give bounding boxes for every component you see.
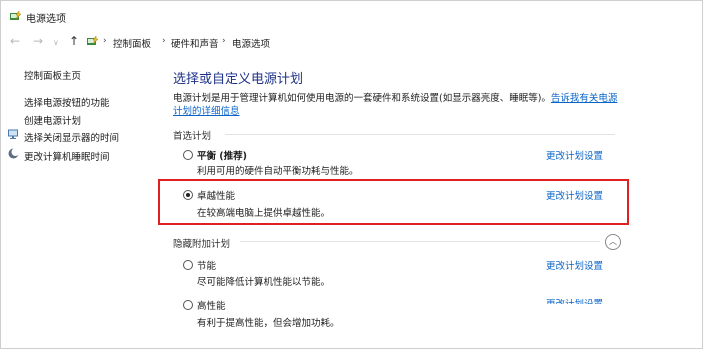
up-button[interactable]: ↑ [69,34,79,48]
plan-balanced-radio[interactable] [183,150,193,160]
recent-locations-button[interactable]: ∨ [53,36,59,50]
change-plan-settings-high-performance[interactable]: 更改计划设置 [546,299,616,304]
moon-icon [8,148,19,159]
forward-button[interactable]: → [33,34,43,48]
change-plan-settings-power-saver[interactable]: 更改计划设置 [546,258,603,272]
section-divider [240,241,600,242]
plan-ultimate-radio[interactable] [183,190,193,200]
plan-ultimate-name[interactable]: 卓越性能 [197,188,235,202]
change-plan-settings-ultimate[interactable]: 更改计划设置 [546,188,603,202]
plan-high-performance-name[interactable]: 高性能 [197,298,226,312]
hidden-plans-header[interactable]: 隐藏附加计划 [173,236,230,250]
breadcrumb-power-options[interactable]: 电源选项 [232,36,270,50]
description-text: 电源计划是用于管理计算机如何使用电源的一套硬件和系统设置(如显示器亮度、睡眠等)… [173,93,551,104]
breadcrumb-separator: › [103,36,107,46]
plan-high-performance-radio[interactable] [183,300,193,310]
section-divider [225,134,615,135]
sidebar-item-sleep-time[interactable]: 更改计算机睡眠时间 [24,149,110,163]
plan-high-performance-desc: 有利于提高性能，但会增加功耗。 [197,318,340,329]
plan-balanced-name[interactable]: 平衡 (推荐) [197,148,247,162]
plan-power-saver-name[interactable]: 节能 [197,258,216,272]
breadcrumb-hardware-sound[interactable]: 硬件和声音 [171,36,219,50]
plan-balanced-desc: 利用可用的硬件自动平衡功耗与性能。 [197,166,359,177]
page-title: 选择或自定义电源计划 [173,72,304,87]
sidebar-item-display-off-time[interactable]: 选择关闭显示器的时间 [24,130,119,144]
breadcrumb-control-panel[interactable]: 控制面板 [113,36,151,50]
breadcrumb-separator: › [222,36,226,46]
change-plan-settings-balanced[interactable]: 更改计划设置 [546,148,603,162]
preferred-plans-header: 首选计划 [173,131,212,142]
title-bar: 电源选项 [1,1,702,30]
sidebar-item-create-plan[interactable]: 创建电源计划 [24,113,81,127]
window-title: 电源选项 [26,14,66,25]
plan-power-saver-desc: 尽可能降低计算机性能以节能。 [197,277,331,288]
radio-selected-dot [186,193,190,197]
change-plan-settings-label: 更改计划设置 [546,299,603,304]
breadcrumb-separator: › [162,36,166,46]
sidebar-item-control-panel-home[interactable]: 控制面板主页 [24,68,81,82]
sidebar-item-power-buttons[interactable]: 选择电源按钮的功能 [24,95,110,109]
collapse-chevron-icon[interactable]: ︿ [605,234,621,250]
page-description: 电源计划是用于管理计算机如何使用电源的一套硬件和系统设置(如显示器亮度、睡眠等)… [173,92,618,118]
plan-power-saver-radio[interactable] [183,260,193,270]
power-options-icon [10,10,22,20]
display-shield-icon [8,129,18,139]
back-button[interactable]: ← [10,34,20,48]
plan-ultimate-desc: 在较高端电脑上提供卓越性能。 [197,208,331,219]
control-panel-icon [87,35,99,45]
